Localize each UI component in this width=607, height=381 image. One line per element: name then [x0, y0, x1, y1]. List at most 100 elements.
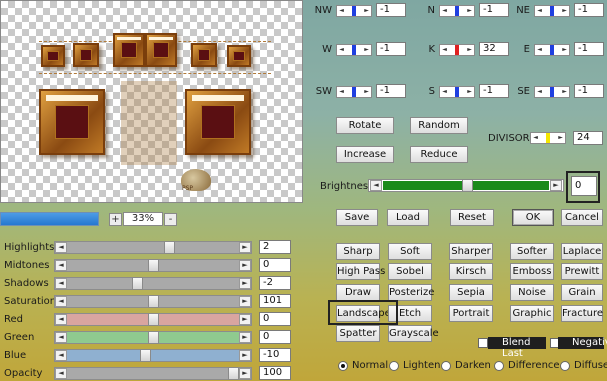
blend-mode-difference-radio[interactable]	[494, 361, 504, 371]
matrix-value[interactable]: -1	[376, 42, 406, 56]
arrow-right-icon[interactable]: ►	[239, 332, 251, 343]
adjust-slider[interactable]: ◄ ►	[54, 295, 252, 308]
arrow-left-icon[interactable]: ◄	[338, 88, 345, 96]
arrow-left-icon[interactable]: ◄	[441, 88, 448, 96]
preset-kirsch-button[interactable]: Kirsch	[449, 263, 493, 280]
cancel-button[interactable]: Cancel	[561, 209, 603, 226]
arrow-left-icon[interactable]: ◄	[441, 7, 448, 15]
matrix-value[interactable]: -1	[376, 84, 406, 98]
matrix-slider[interactable]: ◄ ►	[534, 86, 570, 98]
adjust-slider-thumb[interactable]	[228, 367, 239, 380]
preset-softer-button[interactable]: Softer	[510, 243, 554, 260]
matrix-value[interactable]: -1	[376, 3, 406, 17]
reset-button[interactable]: Reset	[450, 209, 494, 226]
preset-graphic-button[interactable]: Graphic	[510, 305, 554, 322]
adjust-slider-thumb[interactable]	[148, 295, 159, 308]
save-button[interactable]: Save	[336, 209, 378, 226]
matrix-slider-thumb[interactable]	[550, 6, 554, 16]
arrow-right-icon[interactable]: ►	[239, 260, 251, 271]
random-button[interactable]: Random	[410, 117, 468, 134]
adjust-slider-thumb[interactable]	[140, 349, 151, 362]
matrix-slider[interactable]: ◄ ►	[534, 5, 570, 17]
arrow-left-icon[interactable]: ◄	[55, 260, 67, 271]
arrow-right-icon[interactable]: ►	[466, 88, 473, 96]
adjust-slider[interactable]: ◄ ►	[54, 241, 252, 254]
preset-draw-button[interactable]: Draw	[336, 284, 380, 301]
zoom-out-button[interactable]: -	[164, 213, 177, 226]
arrow-right-icon[interactable]: ►	[239, 296, 251, 307]
arrow-right-icon[interactable]: ►	[550, 180, 562, 191]
arrow-right-icon[interactable]: ►	[363, 7, 370, 15]
matrix-slider[interactable]: ◄ ►	[336, 44, 372, 56]
rotate-button[interactable]: Rotate	[336, 117, 394, 134]
brightness-slider-thumb[interactable]	[462, 179, 473, 192]
arrow-left-icon[interactable]: ◄	[441, 46, 448, 54]
load-button[interactable]: Load	[387, 209, 429, 226]
adjust-value[interactable]: 101	[259, 294, 291, 308]
arrow-right-icon[interactable]: ►	[561, 7, 568, 15]
preset-spatter-button[interactable]: Spatter	[336, 325, 380, 342]
matrix-value[interactable]: -1	[479, 84, 509, 98]
preset-emboss-button[interactable]: Emboss	[510, 263, 554, 280]
preset-sharper-button[interactable]: Sharper	[449, 243, 493, 260]
preset-portrait-button[interactable]: Portrait	[449, 305, 493, 322]
divisor-slider-thumb[interactable]	[546, 133, 550, 143]
blend-mode-lighten-radio[interactable]	[389, 361, 399, 371]
adjust-slider[interactable]: ◄ ►	[54, 313, 252, 326]
arrow-right-icon[interactable]: ►	[557, 134, 564, 142]
matrix-slider-thumb[interactable]	[352, 87, 356, 97]
preset-fracture-button[interactable]: Fracture	[561, 305, 603, 322]
arrow-left-icon[interactable]: ◄	[338, 7, 345, 15]
arrow-right-icon[interactable]: ►	[561, 46, 568, 54]
adjust-slider-thumb[interactable]	[148, 259, 159, 272]
blend-mode-label[interactable]: Difference	[508, 360, 560, 371]
ok-button[interactable]: OK	[512, 209, 554, 226]
reduce-button[interactable]: Reduce	[410, 146, 468, 163]
adjust-slider[interactable]: ◄ ►	[54, 367, 252, 380]
adjust-slider-thumb[interactable]	[164, 241, 175, 254]
arrow-left-icon[interactable]: ◄	[55, 278, 67, 289]
adjust-value[interactable]: 0	[259, 330, 291, 344]
arrow-right-icon[interactable]: ►	[466, 46, 473, 54]
blend-mode-label[interactable]: Normal	[352, 360, 388, 371]
blend-mode-label[interactable]: Lighten	[403, 360, 440, 371]
matrix-slider[interactable]: ◄ ►	[439, 44, 475, 56]
matrix-value[interactable]: -1	[574, 3, 604, 17]
preset-soft-button[interactable]: Soft	[388, 243, 432, 260]
arrow-left-icon[interactable]: ◄	[536, 88, 543, 96]
matrix-slider-thumb[interactable]	[455, 87, 459, 97]
adjust-value[interactable]: 0	[259, 312, 291, 326]
preset-laplace-button[interactable]: Laplace	[561, 243, 603, 260]
preset-posterize-button[interactable]: Posterize	[388, 284, 434, 301]
arrow-left-icon[interactable]: ◄	[536, 46, 543, 54]
arrow-left-icon[interactable]: ◄	[536, 7, 543, 15]
blend-last-label[interactable]: Blend Last	[488, 337, 546, 359]
arrow-left-icon[interactable]: ◄	[532, 134, 539, 142]
preset-prewitt-button[interactable]: Prewitt	[561, 263, 603, 280]
divisor-slider[interactable]: ◄ ►	[530, 132, 566, 144]
adjust-slider[interactable]: ◄ ►	[54, 349, 252, 362]
adjust-slider[interactable]: ◄ ►	[54, 331, 252, 344]
arrow-left-icon[interactable]: ◄	[370, 180, 382, 191]
matrix-slider[interactable]: ◄ ►	[439, 86, 475, 98]
matrix-slider[interactable]: ◄ ►	[336, 86, 372, 98]
matrix-value[interactable]: -1	[574, 84, 604, 98]
adjust-value[interactable]: 0	[259, 258, 291, 272]
arrow-left-icon[interactable]: ◄	[55, 350, 67, 361]
blend-mode-normal-radio[interactable]	[338, 361, 348, 371]
adjust-slider-thumb[interactable]	[148, 331, 159, 344]
adjust-slider-thumb[interactable]	[148, 313, 159, 326]
adjust-slider-thumb[interactable]	[132, 277, 143, 290]
arrow-right-icon[interactable]: ►	[363, 46, 370, 54]
matrix-value[interactable]: -1	[479, 3, 509, 17]
increase-button[interactable]: Increase	[336, 146, 394, 163]
preset-grain-button[interactable]: Grain	[561, 284, 603, 301]
preset-grayscale-button[interactable]: Grayscale	[388, 325, 439, 342]
adjust-value[interactable]: 2	[259, 240, 291, 254]
negative-label[interactable]: Negative	[558, 337, 607, 349]
arrow-left-icon[interactable]: ◄	[55, 242, 67, 253]
blend-mode-darken-radio[interactable]	[441, 361, 451, 371]
blend-last-checkbox[interactable]	[478, 338, 488, 348]
arrow-right-icon[interactable]: ►	[466, 7, 473, 15]
matrix-value[interactable]: -1	[574, 42, 604, 56]
